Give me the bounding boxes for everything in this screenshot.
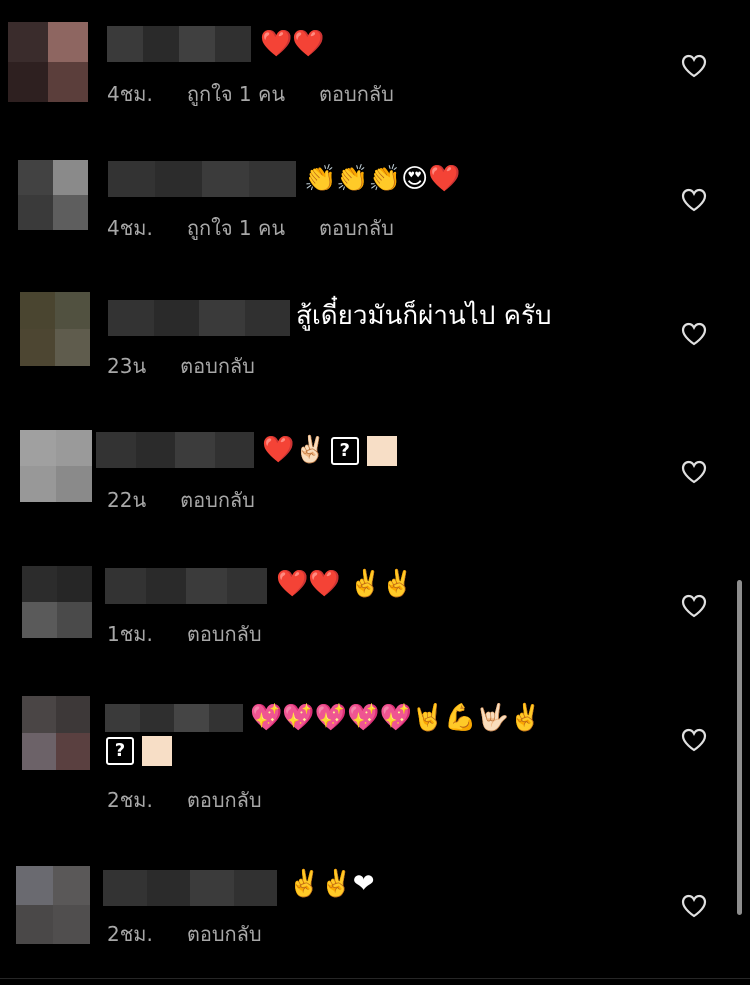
username-redacted[interactable] [105,704,243,732]
divider [0,978,750,979]
reply-button[interactable]: ตอบกลับ [180,350,255,382]
like-heart-icon[interactable] [680,726,708,754]
skin-tone-swatch-icon [366,435,397,466]
comment-time: 2ชม. [107,788,153,812]
username-redacted[interactable] [105,568,267,604]
comment-likes[interactable]: ถูกใจ 1 คน [187,212,285,244]
comment-meta: 23น ตอบกลับ [107,350,255,382]
like-heart-icon[interactable] [680,186,708,214]
comment-meta: 4ชม. ถูกใจ 1 คน ตอบกลับ [107,78,394,110]
comment-meta: 2ชม. ตอบกลับ [107,918,262,950]
comment-time: 1ชม. [107,622,153,646]
comments-screen: ❤️❤️ 4ชม. ถูกใจ 1 คน ตอบกลับ 👏👏👏😍❤️ 4ชม.… [0,0,750,985]
comment-text: ❤️✌🏻? [262,432,401,468]
avatar[interactable] [20,292,90,366]
comment-text: ❤️❤️ [260,29,325,59]
comment-text: ✌️✌️❤ [288,869,375,899]
avatar[interactable] [20,430,92,502]
reply-button[interactable]: ตอบกลับ [187,918,262,950]
like-heart-icon[interactable] [680,892,708,920]
missing-glyph-icon: ? [330,436,359,465]
avatar[interactable] [22,566,92,638]
comment-meta: 1ชม. ตอบกลับ [107,618,262,650]
comment-meta: 22น ตอบกลับ [107,484,255,516]
username-redacted[interactable] [108,300,290,336]
comment-likes[interactable]: ถูกใจ 1 คน [187,78,285,110]
comment-text: ❤️❤️ ✌️✌️ [276,569,414,599]
reply-button[interactable]: ตอบกลับ [187,618,262,650]
reply-button[interactable]: ตอบกลับ [319,78,394,110]
username-redacted[interactable] [96,432,254,468]
username-redacted[interactable] [103,870,277,906]
username-redacted[interactable] [108,161,296,197]
comment-text: 💖💖💖💖💖🤘💪🤟🏻✌️ [250,703,542,733]
comment-text-line-2: ? [106,732,176,768]
reply-button[interactable]: ตอบกลับ [187,784,262,816]
comment-text-emoji: ❤️✌🏻 [262,435,327,465]
scrollbar[interactable] [737,580,742,915]
like-heart-icon[interactable] [680,592,708,620]
avatar[interactable] [8,22,88,102]
comment-time: 4ชม. [107,82,153,106]
missing-glyph-icon: ? [106,736,134,765]
comment-time: 4ชม. [107,216,153,240]
avatar[interactable] [22,696,90,770]
reply-button[interactable]: ตอบกลับ [319,212,394,244]
comment-time: 23น [107,354,147,378]
like-heart-icon[interactable] [680,52,708,80]
like-heart-icon[interactable] [680,458,708,486]
comment-text: 👏👏👏😍❤️ [304,164,461,194]
comment-meta: 2ชม. ตอบกลับ [107,784,262,816]
comment-time: 22น [107,488,147,512]
avatar[interactable] [16,866,90,944]
like-heart-icon[interactable] [680,320,708,348]
reply-button[interactable]: ตอบกลับ [180,484,255,516]
comment-meta: 4ชม. ถูกใจ 1 คน ตอบกลับ [107,212,394,244]
avatar[interactable] [18,160,88,230]
comment-text: สู้เดี๋ยวมันก็ผ่านไป ครับ [296,301,552,331]
skin-tone-swatch-icon [142,735,172,766]
username-redacted[interactable] [107,26,251,62]
comment-time: 2ชม. [107,922,153,946]
